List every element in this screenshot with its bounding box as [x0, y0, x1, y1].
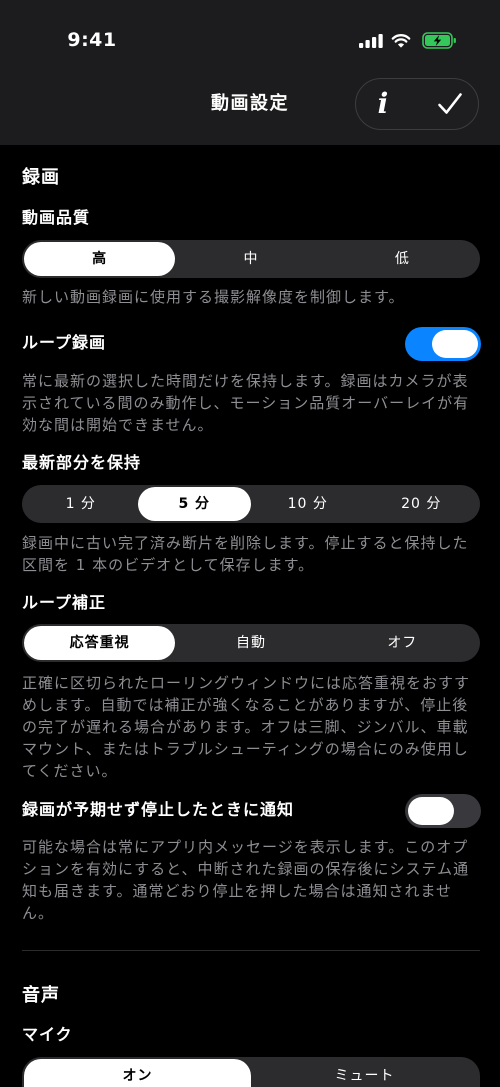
- loop-correction-segmented-control: 応答重視 自動 オフ: [22, 624, 480, 662]
- keep-option-20-min[interactable]: 20 分: [365, 487, 479, 521]
- correction-option-responsive[interactable]: 応答重視: [24, 626, 176, 660]
- mic-option-on[interactable]: オン: [24, 1059, 251, 1087]
- notify-on-stop-description: 可能な場合は常にアプリ内メッセージを表示します。このオプションを有効にすると、中…: [22, 838, 470, 922]
- loop-correction-description: 正確に区切られたローリングウィンドウには応答重視をおすすめします。自動では補正が…: [22, 674, 471, 780]
- section-title-recording: 録画: [22, 167, 60, 188]
- loop-recording-toggle[interactable]: [405, 327, 481, 361]
- quality-option-low[interactable]: 低: [327, 242, 478, 276]
- quality-option-medium[interactable]: 中: [175, 242, 326, 276]
- loop-recording-label: ループ録画: [22, 333, 107, 352]
- loop-correction-label: ループ補正: [22, 593, 107, 612]
- checkmark-icon: [438, 93, 462, 114]
- video-settings-screen: 9:41 動画設定 i 録画 動画品質 高 中 低 新しい動画録画に使用する撮影…: [0, 0, 500, 1087]
- cellular-signal-icon: [359, 34, 383, 48]
- keep-option-1-min[interactable]: 1 分: [24, 487, 138, 521]
- battery-charging-icon: [422, 32, 456, 49]
- keep-latest-label: 最新部分を保持: [22, 453, 142, 472]
- mic-option-mute[interactable]: ミュート: [251, 1059, 478, 1087]
- keep-latest-description: 録画中に古い完了済み断片を削除します。停止すると保持した区間を 1 本のビデオと…: [22, 534, 469, 574]
- correction-option-auto[interactable]: 自動: [175, 626, 326, 660]
- nav-action-group: i: [355, 78, 479, 130]
- info-button[interactable]: i: [361, 83, 405, 125]
- section-divider: [22, 950, 480, 951]
- loop-recording-description: 常に最新の選択した時間だけを保持します。録画はカメラが表示されている間のみ動作し…: [22, 372, 470, 434]
- quality-option-high[interactable]: 高: [24, 242, 176, 276]
- keep-option-5-min[interactable]: 5 分: [137, 487, 251, 521]
- notify-on-stop-toggle[interactable]: [405, 794, 481, 828]
- done-button[interactable]: [428, 83, 472, 125]
- toggle-knob: [408, 797, 454, 825]
- keep-latest-segmented-control: 1 分 5 分 10 分 20 分: [22, 485, 480, 523]
- wifi-icon: [391, 34, 411, 48]
- page-title: 動画設定: [211, 93, 289, 114]
- section-title-audio: 音声: [22, 985, 60, 1006]
- keep-option-10-min[interactable]: 10 分: [251, 487, 365, 521]
- toggle-knob: [432, 330, 478, 358]
- video-quality-label: 動画品質: [22, 208, 91, 227]
- microphone-label: マイク: [22, 1025, 73, 1044]
- correction-option-off[interactable]: オフ: [327, 626, 478, 660]
- info-icon: i: [377, 87, 389, 120]
- navigation-header: 9:41 動画設定 i: [0, 0, 500, 145]
- microphone-segmented-control: オン ミュート: [22, 1057, 480, 1087]
- notify-on-stop-label: 録画が予期せず停止したときに通知: [22, 800, 295, 819]
- status-time: 9:41: [67, 29, 117, 51]
- video-quality-segmented-control: 高 中 低: [22, 240, 480, 278]
- video-quality-description: 新しい動画録画に使用する撮影解像度を制御します。: [22, 288, 405, 306]
